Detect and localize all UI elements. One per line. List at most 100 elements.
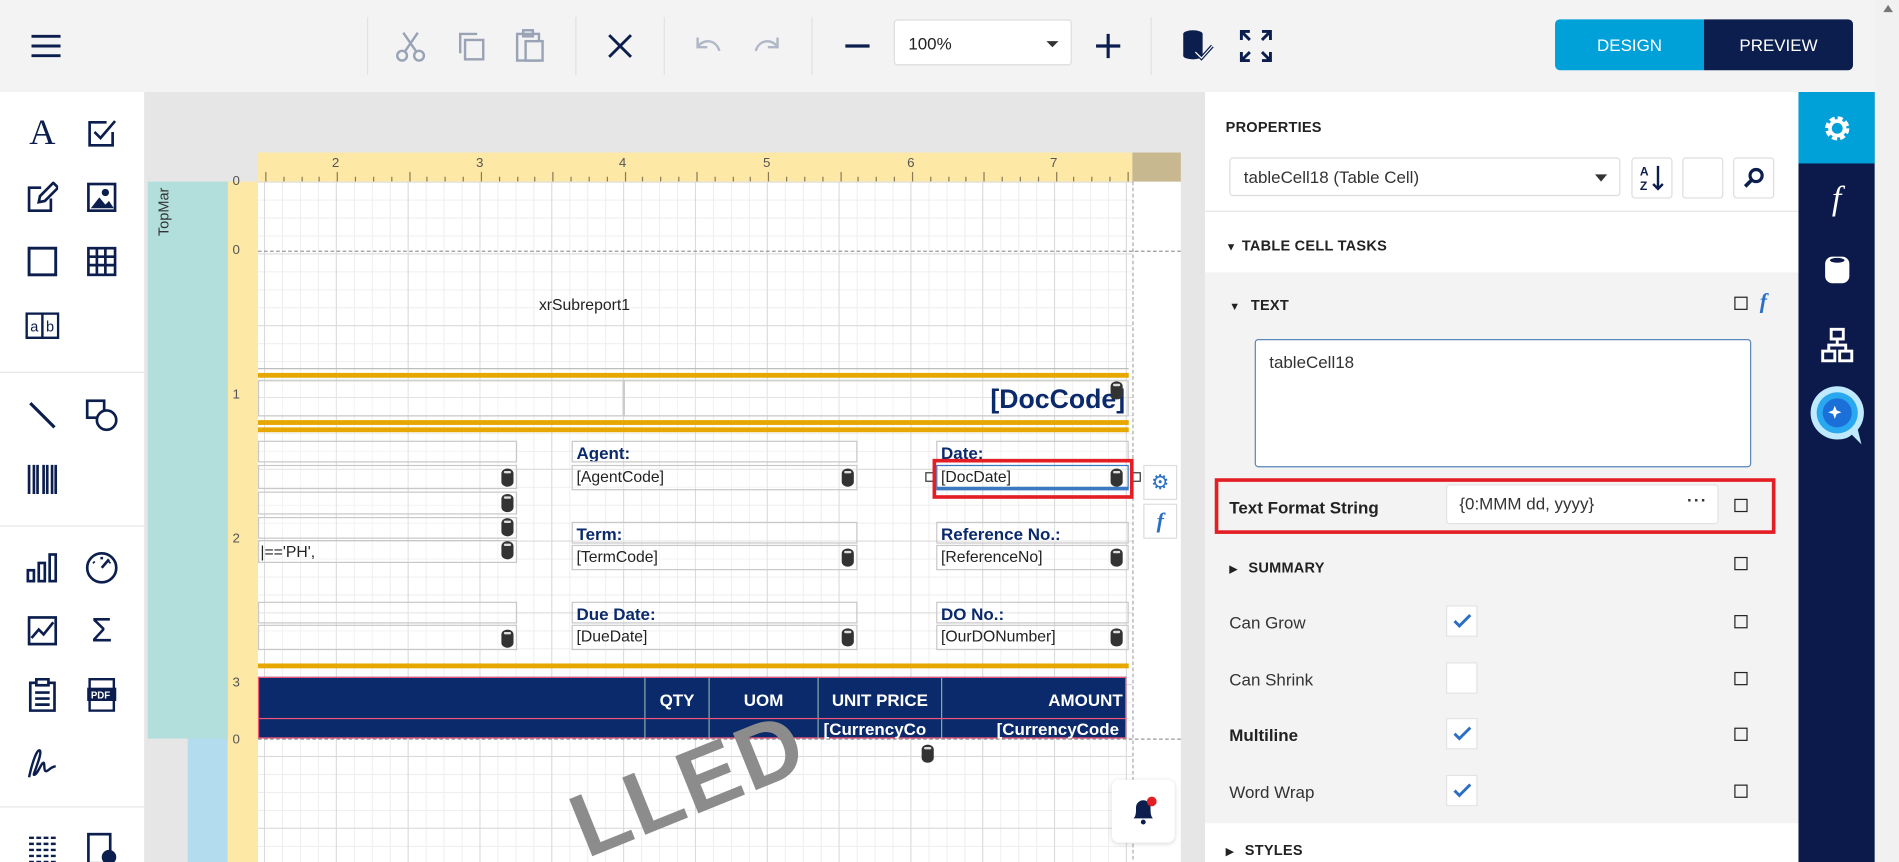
component-select[interactable]: tableCell18 (Table Cell) [1229,157,1621,197]
copy-icon[interactable] [452,27,491,66]
term-label[interactable]: Term: [571,521,858,544]
redo-icon[interactable] [747,27,786,66]
table-cell-tasks-toggle[interactable]: ▼ TABLE CELL TASKS [1226,235,1387,257]
report-explorer-tab[interactable] [1798,310,1874,380]
chart-tool-icon[interactable] [24,550,60,586]
property-marker-icon[interactable] [1734,556,1748,571]
toc-tool-icon[interactable] [24,831,60,862]
page-info-tool-icon[interactable] [84,831,120,862]
undo-icon[interactable] [689,27,728,66]
notifications-button[interactable] [1111,779,1175,843]
character-comb-tool-icon[interactable]: ab [24,308,60,344]
agent-code-field[interactable]: [AgentCode] [571,464,858,491]
properties-tab[interactable] [1798,92,1875,164]
tasks-header: TABLE CELL TASKS [1241,237,1388,255]
styles-section-toggle[interactable]: ▶ STYLES [1226,839,1303,861]
due-date-field[interactable]: [DueDate] [571,624,858,651]
field-list-tab[interactable] [1798,235,1874,305]
ellipsis-button-icon[interactable]: ··· [1687,482,1708,520]
categorized-button[interactable] [1682,157,1724,199]
currency-cell[interactable]: [CurrencyCo [819,719,943,739]
property-marker-icon[interactable] [1734,296,1748,310]
property-checkbox[interactable] [1446,718,1478,750]
search-button[interactable] [1733,157,1775,199]
signature-tool-icon[interactable] [24,745,60,781]
hamburger-menu-icon[interactable] [27,27,66,66]
field-box[interactable] [257,624,518,651]
shape-tool-icon[interactable] [84,397,120,433]
table-header-qty[interactable]: QTY [646,677,710,720]
summary-section-toggle[interactable]: ▶ SUMMARY [1229,557,1324,579]
term-code-field[interactable]: [TermCode] [571,544,858,571]
table-tool-icon[interactable] [84,243,120,279]
gauge-tool-icon[interactable] [84,550,120,586]
field-box[interactable] [257,516,518,539]
report-tool-icon[interactable] [24,677,60,713]
table-header-cell[interactable] [259,677,646,720]
preview-button[interactable]: PREVIEW [1704,19,1853,71]
paste-icon[interactable] [510,27,549,66]
do-no-label[interactable]: DO No.: [936,601,1129,624]
picture-tool-icon[interactable] [84,179,120,215]
table-header-amount[interactable]: AMOUNT [942,678,1126,719]
line-tool-icon[interactable] [24,397,60,433]
scrollbar[interactable] [1874,0,1899,862]
subreport-label[interactable]: xrSubreport1 [539,295,630,313]
barcode-tool-icon[interactable] [24,461,60,497]
due-date-label[interactable]: Due Date: [571,601,858,624]
zoom-out-icon[interactable] [838,27,877,66]
zoom-select[interactable]: 100% [893,19,1072,66]
do-number-field[interactable]: [OurDONumber] [936,624,1129,651]
field-box[interactable] [257,440,518,463]
table-header-unit-price[interactable]: UNIT PRICE [819,677,943,720]
property-marker-icon[interactable] [1734,498,1748,513]
field-box[interactable] [257,601,518,624]
text-format-string-input[interactable]: {0:MMM dd, yyyy} ··· [1446,482,1719,525]
top-margin-band[interactable]: TopMar [147,181,229,739]
ruler-tick [983,171,985,182]
property-marker-icon[interactable] [1734,728,1748,742]
cut-icon[interactable] [391,27,430,66]
field-box[interactable] [257,464,518,490]
expression-f-icon[interactable]: f [1143,503,1178,539]
component-select-value: tableCell18 (Table Cell) [1243,167,1420,187]
svg-text:a: a [30,320,39,336]
text-value-textarea[interactable]: tableCell18 [1254,338,1752,468]
field-box[interactable] [257,491,518,515]
expressions-tab-f-icon[interactable]: f [1798,165,1874,235]
property-marker-icon[interactable] [1734,671,1748,685]
property-checkbox[interactable] [1446,774,1478,807]
sort-alphabetical-button[interactable]: AZ [1631,157,1673,199]
panel-tool-icon[interactable] [24,243,60,279]
design-button[interactable]: DESIGN [1555,19,1705,71]
text-section-toggle[interactable]: ▼ TEXT [1229,294,1289,316]
ai-assistant-button[interactable] [1798,378,1874,455]
design-surface[interactable]: 2 3 4 5 6 7 TopMar 0 0 1 2 3 0 xrSubrepo… [144,92,1206,862]
delete-icon[interactable] [601,27,640,66]
reference-label[interactable]: Reference No.: [936,521,1129,544]
smart-tag-gear-icon[interactable]: ⚙ [1143,464,1178,501]
fullscreen-icon[interactable] [1237,27,1276,66]
property-checkbox[interactable] [1446,661,1478,694]
table-cell[interactable] [259,719,646,739]
detail-band[interactable] [187,738,228,862]
expression-f-icon[interactable]: f [1760,289,1767,314]
scroll-up-icon[interactable] [1883,4,1893,13]
checkbox-tool-icon[interactable] [84,115,120,151]
pdf-tool-icon[interactable]: PDF [84,677,120,713]
property-marker-icon[interactable] [1734,784,1748,798]
label-tool-icon[interactable]: A [24,113,60,153]
zoom-in-icon[interactable] [1089,27,1128,66]
summary-tool-icon[interactable]: Σ [84,611,120,649]
validate-bindings-icon[interactable] [1177,27,1216,66]
richtext-tool-icon[interactable] [24,179,60,215]
sparkline-tool-icon[interactable] [24,613,60,649]
expression-field[interactable]: |=='PH', [257,539,518,563]
currency-cell[interactable]: [CurrencyCode [942,719,1126,738]
header-cell[interactable] [257,380,624,417]
property-checkbox[interactable] [1446,605,1478,637]
reference-no-field[interactable]: [ReferenceNo] [936,544,1129,571]
doc-code-field[interactable]: [DocCode] [623,380,1129,417]
agent-label[interactable]: Agent: [571,440,858,463]
property-marker-icon[interactable] [1734,615,1748,629]
